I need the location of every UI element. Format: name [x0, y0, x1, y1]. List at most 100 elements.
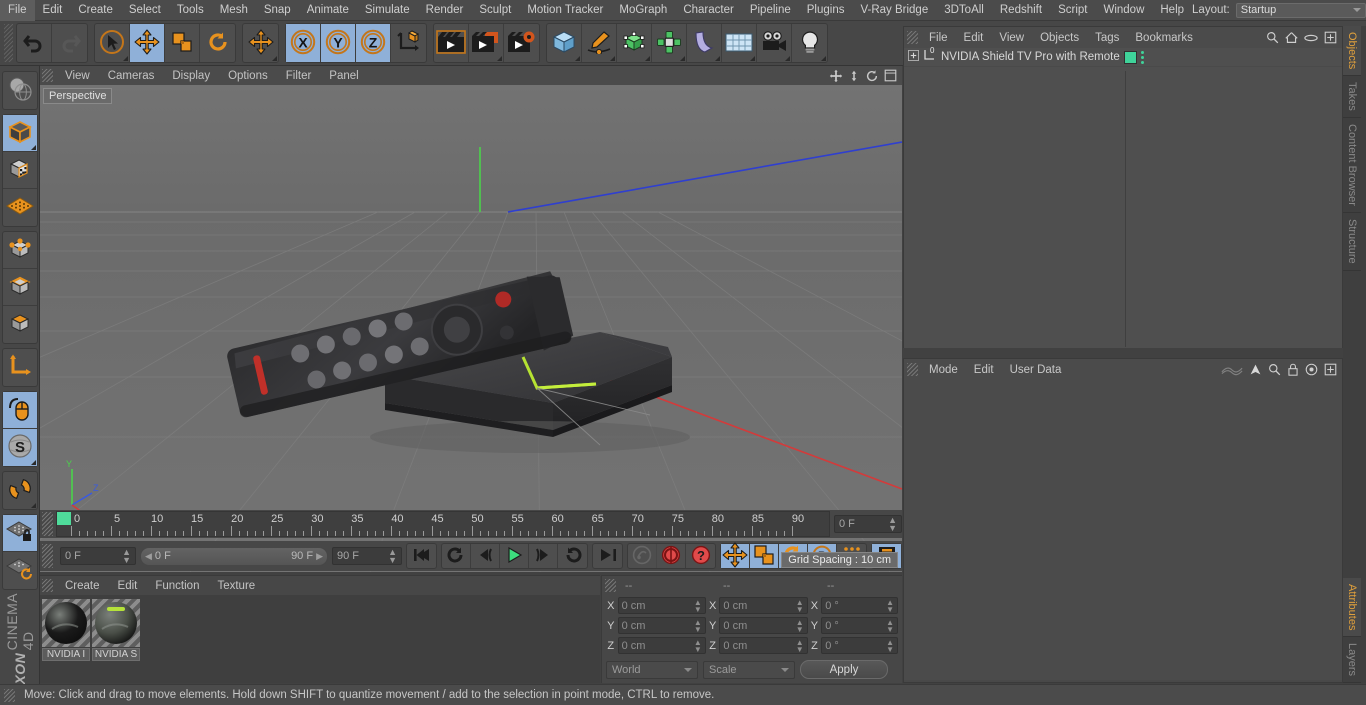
rotation-y-field[interactable]: 0 ° ▲ ▼ [821, 617, 899, 634]
lock-y-axis-button[interactable]: Y [321, 24, 356, 62]
expand-toggle-icon[interactable] [908, 50, 919, 64]
expand-icon[interactable] [1324, 31, 1337, 44]
enable-snap-button[interactable]: S [2, 429, 37, 466]
points-mode-button[interactable] [2, 232, 37, 269]
stepper-icon[interactable]: ▲ ▼ [796, 618, 804, 633]
expand-icon[interactable] [1324, 363, 1337, 376]
material-thumbnail[interactable] [42, 599, 90, 647]
wave-icon[interactable] [1221, 364, 1243, 376]
previous-frame-button[interactable] [471, 544, 500, 568]
menu-item-plugins[interactable]: Plugins [799, 0, 853, 21]
flyout-corner-icon[interactable] [645, 56, 650, 61]
position-x-field[interactable]: 0 cm ▲ ▼ [617, 597, 706, 614]
magnet-tool-button[interactable] [3, 472, 37, 509]
material-menu-edit[interactable]: Edit [109, 580, 147, 592]
material-list[interactable]: NVIDIA I NVIDIA S [40, 595, 600, 683]
material-menu-function[interactable]: Function [146, 580, 208, 592]
flyout-corner-icon[interactable] [785, 56, 790, 61]
menu-item-simulate[interactable]: Simulate [357, 0, 418, 21]
attribute-manager-drag-handle[interactable] [907, 363, 918, 376]
position-z-field[interactable]: 0 cm ▲ ▼ [617, 637, 706, 654]
menu-item-snap[interactable]: Snap [256, 0, 299, 21]
live-selection-tool[interactable] [95, 24, 130, 62]
menu-item-pipeline[interactable]: Pipeline [742, 0, 799, 21]
flyout-corner-icon[interactable] [272, 56, 277, 61]
zoom-view-icon[interactable] [848, 69, 860, 83]
preview-end-field[interactable]: 90 F ▲ ▼ [332, 547, 402, 565]
maximize-view-icon[interactable] [884, 69, 897, 82]
flyout-corner-icon[interactable] [30, 503, 36, 508]
size-z-field[interactable]: 0 cm ▲ ▼ [719, 637, 808, 654]
add-array-button[interactable] [652, 24, 687, 62]
search-icon[interactable] [1266, 31, 1279, 44]
dock-tab-layers[interactable]: Layers [1343, 637, 1361, 683]
add-cube-button[interactable] [547, 24, 582, 62]
add-deformer-button[interactable] [687, 24, 722, 62]
enable-axis-button[interactable] [2, 392, 37, 429]
stepper-icon[interactable]: ▲ ▼ [694, 638, 702, 653]
stepper-icon[interactable]: ▲ ▼ [796, 598, 804, 613]
viewport-menu-display[interactable]: Display [163, 70, 219, 82]
menu-item-create[interactable]: Create [70, 0, 121, 21]
flyout-corner-icon[interactable] [123, 56, 128, 61]
flyout-corner-icon[interactable] [610, 56, 615, 61]
viewport-menu-filter[interactable]: Filter [277, 70, 321, 82]
range-right-arrow-icon[interactable]: ▶ [316, 551, 323, 562]
visibility-dots-icon[interactable] [1140, 50, 1144, 64]
ellipse-icon[interactable] [1304, 33, 1318, 43]
next-keyframe-button[interactable] [558, 544, 587, 568]
size-mode-dropdown[interactable]: Scale [703, 660, 795, 679]
model-mode-button[interactable] [2, 115, 37, 152]
viewport-menu-panel[interactable]: Panel [320, 70, 367, 82]
timeline-drag-handle[interactable] [42, 512, 53, 536]
autokeying-button[interactable] [657, 544, 686, 568]
size-y-field[interactable]: 0 cm ▲ ▼ [719, 617, 808, 634]
menu-item-window[interactable]: Window [1095, 0, 1152, 21]
workplane-rotate-button[interactable] [3, 552, 37, 589]
object-menu-tags[interactable]: Tags [1087, 32, 1127, 44]
coordinates-drag-handle[interactable] [605, 579, 616, 592]
playback-drag-handle[interactable] [42, 544, 53, 568]
add-scene-button[interactable] [722, 24, 757, 62]
go-to-start-button[interactable] [407, 544, 436, 568]
attribute-menu-edit[interactable]: Edit [966, 364, 1002, 376]
dock-tab-attributes[interactable]: Attributes [1343, 577, 1361, 637]
object-tree[interactable]: 0 NVIDIA Shield TV Pro with Remote [904, 46, 1342, 348]
dock-tab-content-browser[interactable]: Content Browser [1343, 118, 1361, 213]
timeline-ruler[interactable]: 0 5 10 15 20 25 30 35 40 45 50 55 60 65 70 75 80 85 90 [56, 511, 830, 537]
material-item[interactable]: NVIDIA S [92, 599, 140, 683]
move-tool-alt[interactable] [243, 24, 278, 62]
toolbar-drag-handle[interactable] [4, 24, 13, 62]
viewport-drag-handle[interactable] [42, 69, 53, 82]
menu-item-help[interactable]: Help [1152, 0, 1192, 21]
layout-dropdown[interactable]: Startup [1235, 2, 1366, 18]
workplane-lock-button[interactable] [2, 515, 37, 552]
texture-mode-button[interactable] [2, 152, 37, 189]
flyout-corner-icon[interactable] [575, 56, 580, 61]
stepper-icon[interactable]: ▲ ▼ [888, 516, 897, 533]
target-icon[interactable] [1305, 363, 1318, 376]
undo-button[interactable] [17, 24, 52, 62]
render-region-button[interactable] [469, 24, 504, 62]
go-to-end-button[interactable] [593, 544, 622, 568]
object-menu-objects[interactable]: Objects [1032, 32, 1087, 44]
rotate-tool[interactable] [200, 24, 235, 62]
dock-tab-structure[interactable]: Structure [1343, 213, 1361, 271]
coordinate-system-dropdown[interactable]: World [606, 660, 698, 679]
playhead-marker[interactable] [57, 512, 71, 525]
home-icon[interactable] [1285, 31, 1298, 44]
object-menu-edit[interactable]: Edit [956, 32, 992, 44]
apply-button[interactable]: Apply [800, 660, 888, 679]
material-thumbnail[interactable] [92, 599, 140, 647]
menu-item-v-ray-bridge[interactable]: V-Ray Bridge [852, 0, 936, 21]
polygons-mode-button[interactable] [3, 306, 37, 343]
material-item[interactable]: NVIDIA I [42, 599, 90, 683]
material-drag-handle[interactable] [42, 579, 53, 592]
add-light-button[interactable] [792, 24, 827, 62]
pan-view-icon[interactable] [829, 69, 843, 83]
render-settings-button[interactable] [504, 24, 539, 62]
menu-item-motion-tracker[interactable]: Motion Tracker [519, 0, 611, 21]
menu-item-edit[interactable]: Edit [35, 0, 71, 21]
object-menu-file[interactable]: File [921, 32, 956, 44]
menu-item-script[interactable]: Script [1050, 0, 1095, 21]
